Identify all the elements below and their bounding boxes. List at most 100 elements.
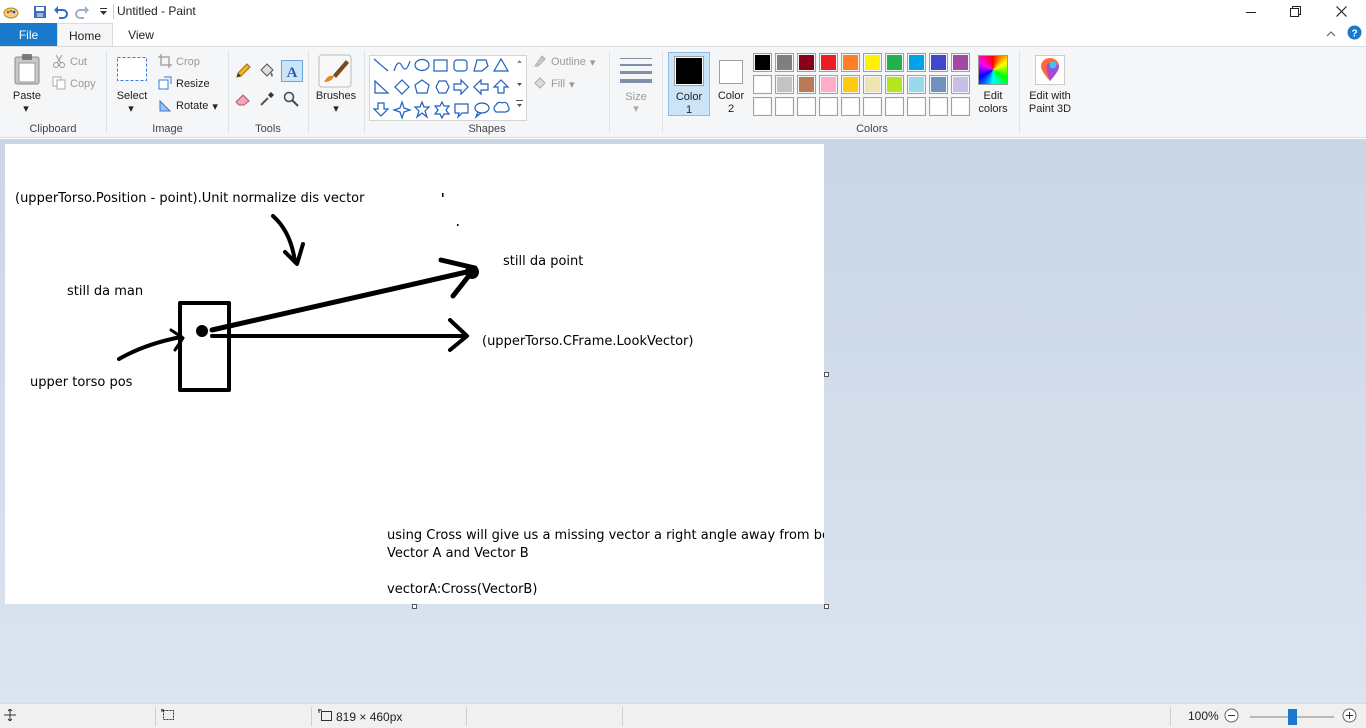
- palette-swatch[interactable]: [929, 53, 948, 72]
- palette-swatch[interactable]: [753, 75, 772, 94]
- redo-icon[interactable]: [73, 3, 91, 21]
- palette-swatch[interactable]: [885, 53, 904, 72]
- palette-swatch[interactable]: [951, 75, 970, 94]
- help-icon[interactable]: ?: [1347, 25, 1362, 43]
- zoom-slider-thumb[interactable]: [1288, 709, 1297, 725]
- curved-pointer-arrow: [271, 214, 297, 264]
- minimize-button[interactable]: [1228, 0, 1274, 23]
- eraser-icon[interactable]: [233, 89, 253, 109]
- copy-button[interactable]: Copy: [52, 74, 96, 94]
- paint-app-icon[interactable]: [2, 3, 20, 21]
- resize-handle-bottom[interactable]: [412, 604, 417, 609]
- palette-swatch[interactable]: [775, 75, 794, 94]
- paste-icon[interactable]: [12, 53, 42, 85]
- brushes-icon[interactable]: [318, 54, 352, 88]
- fill-bucket-icon[interactable]: [257, 61, 277, 81]
- pencil-icon[interactable]: [233, 61, 253, 81]
- palette-swatch[interactable]: [907, 75, 926, 94]
- crop-button[interactable]: Crop: [158, 52, 200, 72]
- resize-handle-corner[interactable]: [824, 604, 829, 609]
- title-separator: [113, 4, 114, 19]
- quick-access-toolbar: [0, 0, 112, 23]
- fill-label: Fill: [551, 78, 566, 90]
- rotate-label: Rotate: [176, 100, 209, 112]
- palette-swatch[interactable]: [775, 97, 794, 116]
- customize-qat-chevron-icon[interactable]: [94, 3, 112, 21]
- scissors-icon: [52, 54, 66, 71]
- shapes-scroll[interactable]: [515, 57, 524, 117]
- color2-button[interactable]: Color 2: [711, 52, 751, 116]
- edit-colors-button[interactable]: Edit colors: [974, 52, 1012, 116]
- palette-swatch[interactable]: [863, 97, 882, 116]
- resize-label: Resize: [176, 78, 210, 90]
- drawing-canvas[interactable]: (upperTorso.Position - point).Unit norma…: [5, 144, 824, 604]
- palette-swatch[interactable]: [819, 97, 838, 116]
- outline-button[interactable]: Outline ▾: [533, 52, 595, 72]
- zoom-out-button[interactable]: [1224, 708, 1239, 723]
- select-label[interactable]: Select: [113, 90, 151, 103]
- palette-swatch[interactable]: [907, 53, 926, 72]
- select-dropdown-arrow-icon[interactable]: ▾: [126, 103, 136, 116]
- palette-swatch[interactable]: [885, 75, 904, 94]
- brushes-label[interactable]: Brushes: [309, 90, 363, 103]
- brushes-dropdown-arrow-icon[interactable]: ▾: [331, 103, 341, 116]
- fill-button[interactable]: Fill ▾: [533, 74, 575, 94]
- paste-dropdown-arrow-icon[interactable]: ▾: [21, 103, 31, 116]
- palette-swatch[interactable]: [841, 53, 860, 72]
- edit-with-paint3d-button[interactable]: Edit with Paint 3D: [1023, 52, 1077, 116]
- pentagon-shape-icon: [414, 79, 430, 94]
- palette-swatch[interactable]: [753, 53, 772, 72]
- magnifier-icon[interactable]: [281, 89, 301, 109]
- palette-swatch[interactable]: [929, 75, 948, 94]
- palette-swatch-color: [755, 77, 770, 92]
- save-icon[interactable]: [31, 3, 49, 21]
- palette-swatch[interactable]: [819, 53, 838, 72]
- restore-button[interactable]: [1272, 0, 1318, 23]
- size-icon[interactable]: [619, 55, 653, 85]
- text-tool-icon[interactable]: A: [281, 60, 303, 82]
- clipboard-group: Paste ▾ Cut Copy Clipboard: [0, 47, 106, 137]
- palette-swatch[interactable]: [951, 53, 970, 72]
- vector-to-point-line: [209, 268, 474, 333]
- resize-handle-right[interactable]: [824, 372, 829, 377]
- palette-swatch-color: [777, 99, 792, 114]
- resize-button[interactable]: Resize: [158, 74, 210, 94]
- undo-icon[interactable]: [52, 3, 70, 21]
- rotate-button[interactable]: Rotate ▾: [158, 96, 218, 116]
- tab-view[interactable]: View: [118, 23, 164, 47]
- color-picker-icon[interactable]: [257, 89, 277, 109]
- tab-file[interactable]: File: [0, 23, 57, 46]
- canvas-text: (upperTorso.Position - point).Unit norma…: [15, 191, 365, 206]
- color1-button[interactable]: Color 1: [668, 52, 710, 116]
- palette-swatch-color: [799, 77, 814, 92]
- palette-swatch[interactable]: [951, 97, 970, 116]
- palette-swatch[interactable]: [753, 97, 772, 116]
- palette-swatch-color: [799, 55, 814, 70]
- color1-label-line1: Color: [675, 91, 703, 103]
- palette-swatch[interactable]: [863, 53, 882, 72]
- close-button[interactable]: [1318, 0, 1364, 23]
- zoom-in-button[interactable]: [1342, 708, 1357, 723]
- palette-swatch[interactable]: [797, 75, 816, 94]
- size-dropdown-arrow-icon[interactable]: ▾: [631, 103, 641, 116]
- select-icon[interactable]: [116, 56, 148, 82]
- tab-home[interactable]: Home: [57, 23, 113, 47]
- color1-fill: [676, 58, 702, 84]
- palette-swatch[interactable]: [841, 97, 860, 116]
- palette-swatch[interactable]: [863, 75, 882, 94]
- palette-swatch[interactable]: [841, 75, 860, 94]
- palette-swatch[interactable]: [885, 97, 904, 116]
- palette-swatch[interactable]: [929, 97, 948, 116]
- rectangle-shape-icon: [433, 59, 448, 72]
- palette-swatch[interactable]: [907, 97, 926, 116]
- paste-label[interactable]: Paste: [8, 90, 46, 103]
- shapes-gallery[interactable]: [369, 55, 527, 121]
- collapse-ribbon-chevron-icon[interactable]: [1326, 27, 1336, 41]
- palette-swatch[interactable]: [797, 97, 816, 116]
- palette-swatch-color: [755, 55, 770, 70]
- palette-swatch[interactable]: [819, 75, 838, 94]
- cut-button[interactable]: Cut: [52, 52, 87, 72]
- palette-swatch[interactable]: [775, 53, 794, 72]
- palette-swatch[interactable]: [797, 53, 816, 72]
- stray-mark: [442, 193, 444, 197]
